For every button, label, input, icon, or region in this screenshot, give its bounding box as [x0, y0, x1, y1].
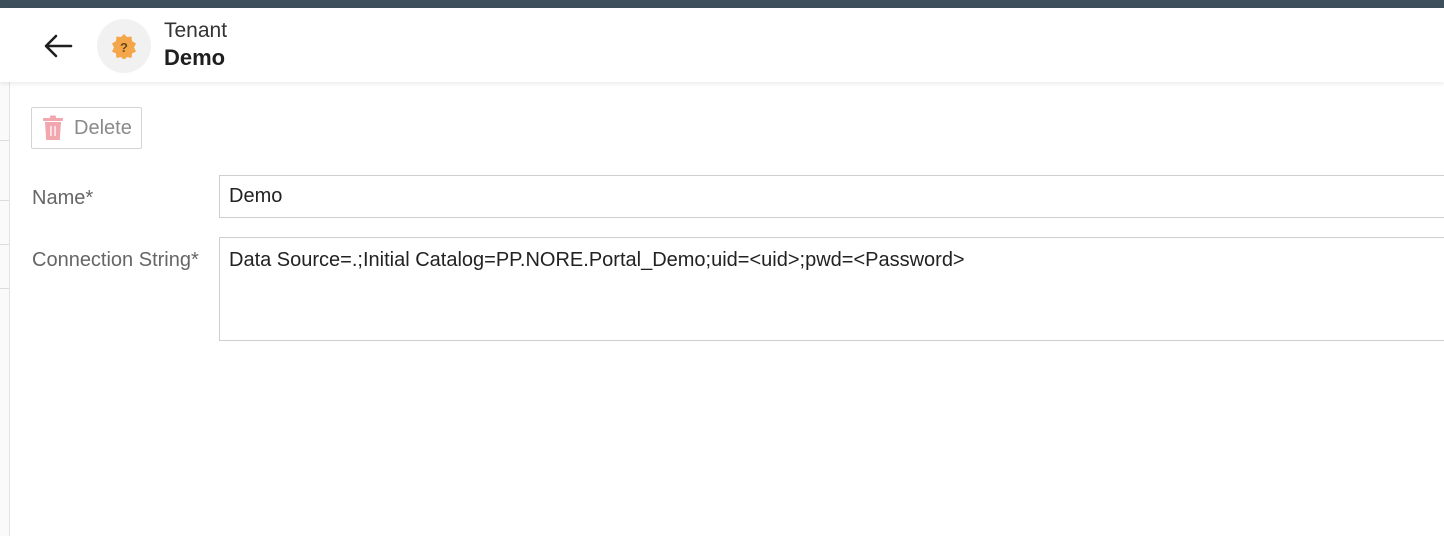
- title-block: Tenant Demo: [164, 18, 227, 72]
- arrow-left-icon: [44, 34, 73, 58]
- avatar: ?: [97, 19, 151, 73]
- rail-divider: [0, 140, 9, 141]
- rail-divider: [0, 288, 9, 289]
- svg-text:?: ?: [120, 40, 128, 55]
- page-header: ? Tenant Demo: [0, 8, 1444, 82]
- left-rail: [0, 82, 10, 536]
- delete-button-label: Delete: [74, 116, 132, 139]
- trash-icon: [43, 115, 63, 140]
- name-input[interactable]: [219, 175, 1444, 218]
- question-badge-icon: ?: [112, 34, 136, 59]
- entity-type-label: Tenant: [164, 19, 228, 42]
- back-button[interactable]: [38, 28, 78, 64]
- delete-button[interactable]: Delete: [31, 107, 142, 149]
- rail-divider: [0, 200, 9, 201]
- rail-divider: [0, 244, 9, 245]
- connection-string-input[interactable]: Data Source=.;Initial Catalog=PP.NORE.Po…: [219, 237, 1444, 341]
- name-field-label: Name*: [32, 187, 94, 209]
- connection-string-label: Connection String*: [32, 249, 199, 271]
- page-title: Demo: [164, 45, 226, 70]
- top-strip: [0, 0, 1444, 8]
